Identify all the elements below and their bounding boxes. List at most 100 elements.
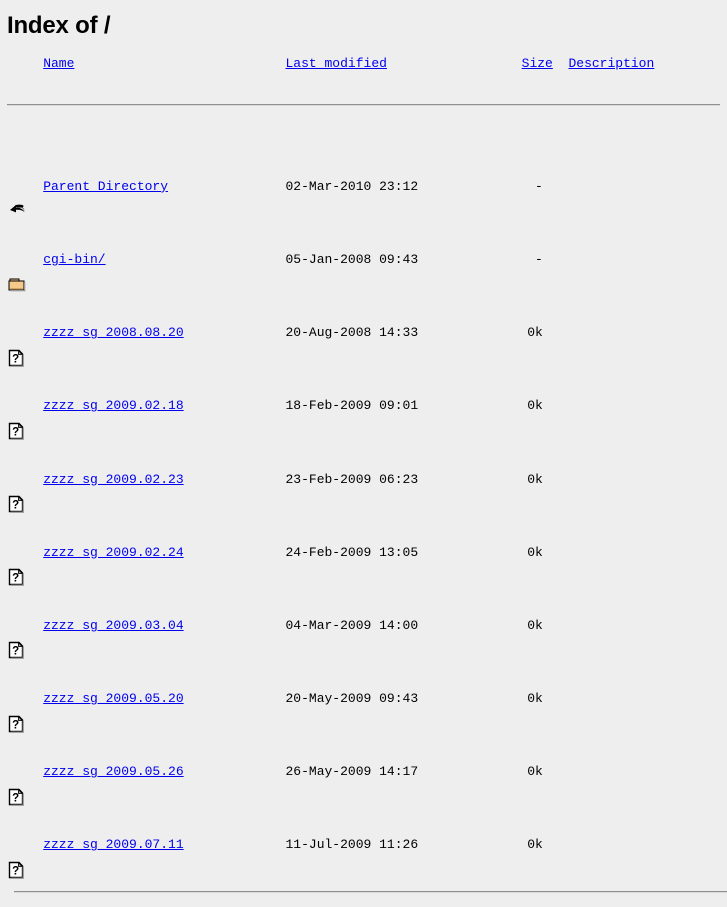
table-row: ? zzzz sg 2009.07.11 11-Jul-2009 11:26 0k bbox=[7, 809, 720, 882]
row-last-modified: 11-Jul-2009 11:26 bbox=[285, 837, 419, 853]
back-arrow-icon bbox=[7, 176, 27, 213]
file-link[interactable]: zzzz sg 2009.03.04 bbox=[43, 618, 183, 633]
row-last-modified: 20-May-2009 09:43 bbox=[285, 691, 419, 707]
file-link[interactable]: zzzz sg 2009.02.23 bbox=[43, 472, 183, 487]
row-size: 0k bbox=[527, 617, 543, 633]
directory-listing-body: Parent Directory 02-Mar-2010 23:12 - cgi-b… bbox=[7, 150, 720, 882]
directory-listing-table: Name Last modified Size Description Pare… bbox=[7, 54, 720, 882]
row-description bbox=[553, 296, 720, 369]
sort-by-description-link[interactable]: Description bbox=[568, 56, 654, 71]
horizontal-rule-bottom bbox=[14, 890, 727, 893]
header-size-cell: Size bbox=[489, 54, 553, 74]
row-description bbox=[553, 736, 720, 809]
unknown-file-icon: ? bbox=[7, 615, 27, 660]
footer-separator bbox=[7, 890, 727, 893]
svg-text:?: ? bbox=[12, 353, 19, 365]
sort-by-name-link[interactable]: Name bbox=[43, 56, 74, 71]
unknown-file-icon: ? bbox=[7, 834, 27, 879]
row-name-cell: zzzz sg 2009.07.11 bbox=[43, 809, 285, 882]
row-last-modified: 26-May-2009 14:17 bbox=[285, 764, 419, 780]
svg-text:?: ? bbox=[12, 573, 19, 585]
table-row: ? zzzz sg 2009.05.20 20-May-2009 09:43 0k bbox=[7, 662, 720, 735]
file-link[interactable]: cgi-bin/ bbox=[43, 252, 105, 267]
folder-icon bbox=[7, 249, 27, 292]
row-size: 0k bbox=[527, 471, 543, 487]
row-name-cell: zzzz sg 2009.02.18 bbox=[43, 370, 285, 443]
row-icon-cell bbox=[7, 150, 43, 223]
svg-text:?: ? bbox=[12, 865, 19, 877]
row-last-modified: 24-Feb-2009 13:05 bbox=[285, 544, 419, 560]
directory-index-page: Index of / Name Last modified Size Descr… bbox=[0, 0, 727, 893]
unknown-file-icon: ? bbox=[7, 322, 27, 367]
file-link[interactable]: zzzz sg 2009.05.26 bbox=[43, 764, 183, 779]
row-size: - bbox=[535, 251, 543, 267]
header-description-cell: Description bbox=[553, 54, 720, 74]
row-icon-cell: ? bbox=[7, 736, 43, 809]
row-name-cell: zzzz sg 2009.03.04 bbox=[43, 589, 285, 662]
svg-text:?: ? bbox=[12, 646, 19, 658]
row-description bbox=[553, 589, 720, 662]
file-link[interactable]: zzzz sg 2009.05.20 bbox=[43, 691, 183, 706]
row-name-cell: zzzz sg 2009.02.24 bbox=[43, 516, 285, 589]
file-link[interactable]: zzzz sg 2009.02.24 bbox=[43, 545, 183, 560]
table-row: Parent Directory 02-Mar-2010 23:12 - bbox=[7, 150, 720, 223]
row-description bbox=[553, 223, 720, 296]
row-last-modified: 23-Feb-2009 06:23 bbox=[285, 471, 419, 487]
row-size: 0k bbox=[527, 837, 543, 853]
row-name-cell: Parent Directory bbox=[43, 150, 285, 223]
row-size: - bbox=[535, 178, 543, 194]
row-description bbox=[553, 662, 720, 735]
sort-by-size-link[interactable]: Size bbox=[522, 56, 553, 71]
header-separator-cell bbox=[7, 74, 720, 136]
table-header-row: Name Last modified Size Description bbox=[7, 54, 720, 74]
row-last-modified: 05-Jan-2008 09:43 bbox=[285, 251, 419, 267]
header-separator-row bbox=[7, 74, 720, 136]
row-last-modified: 02-Mar-2010 23:12 bbox=[285, 178, 419, 194]
row-icon-cell: ? bbox=[7, 662, 43, 735]
row-size: 0k bbox=[527, 691, 543, 707]
unknown-file-icon: ? bbox=[7, 395, 27, 440]
row-description bbox=[553, 809, 720, 882]
row-name-cell: cgi-bin/ bbox=[43, 223, 285, 296]
header-icon-cell bbox=[7, 54, 43, 74]
row-name-cell: zzzz sg 2008.08.20 bbox=[43, 296, 285, 369]
table-row: cgi-bin/05-Jan-2008 09:43 - bbox=[7, 223, 720, 296]
header-spacer-row bbox=[7, 136, 720, 150]
table-row: ? zzzz sg 2009.02.24 24-Feb-2009 13:05 0k bbox=[7, 516, 720, 589]
row-name-cell: zzzz sg 2009.05.20 bbox=[43, 662, 285, 735]
svg-text:?: ? bbox=[12, 719, 19, 731]
header-last-modified-cell: Last modified bbox=[286, 54, 489, 74]
row-last-modified: 20-Aug-2008 14:33 bbox=[285, 325, 419, 341]
svg-text:?: ? bbox=[12, 426, 19, 438]
horizontal-rule-top bbox=[7, 104, 720, 106]
file-link[interactable]: zzzz sg 2009.07.11 bbox=[43, 837, 183, 852]
file-link[interactable]: Parent Directory bbox=[43, 179, 168, 194]
row-description bbox=[553, 370, 720, 443]
table-row: ? zzzz sg 2008.08.20 20-Aug-2008 14:33 0k bbox=[7, 296, 720, 369]
row-name-cell: zzzz sg 2009.05.26 bbox=[43, 736, 285, 809]
svg-text:?: ? bbox=[12, 499, 19, 511]
row-last-modified: 18-Feb-2009 09:01 bbox=[285, 398, 419, 414]
row-size: 0k bbox=[527, 764, 543, 780]
svg-text:?: ? bbox=[12, 792, 19, 804]
page-title: Index of / bbox=[7, 12, 111, 39]
file-link[interactable]: zzzz sg 2008.08.20 bbox=[43, 325, 183, 340]
row-description bbox=[553, 150, 720, 223]
unknown-file-icon: ? bbox=[7, 688, 27, 733]
header-name-cell: Name bbox=[43, 54, 285, 74]
row-size: 0k bbox=[527, 398, 543, 414]
table-row: ? zzzz sg 2009.03.04 04-Mar-2009 14:00 0k bbox=[7, 589, 720, 662]
sort-by-last-modified-link[interactable]: Last modified bbox=[286, 56, 387, 71]
row-last-modified: 04-Mar-2009 14:00 bbox=[285, 617, 419, 633]
row-name-cell: zzzz sg 2009.02.23 bbox=[43, 443, 285, 516]
row-description bbox=[553, 443, 720, 516]
row-size: 0k bbox=[527, 544, 543, 560]
row-description bbox=[553, 516, 720, 589]
file-link[interactable]: zzzz sg 2009.02.18 bbox=[43, 398, 183, 413]
table-row: ? zzzz sg 2009.02.18 18-Feb-2009 09:01 0k bbox=[7, 370, 720, 443]
table-row: ? zzzz sg 2009.05.26 26-May-2009 14:17 0k bbox=[7, 736, 720, 809]
row-icon-cell: ? bbox=[7, 809, 43, 882]
row-icon-cell: ? bbox=[7, 589, 43, 662]
unknown-file-icon: ? bbox=[7, 761, 27, 806]
table-row: ? zzzz sg 2009.02.23 23-Feb-2009 06:23 0k bbox=[7, 443, 720, 516]
